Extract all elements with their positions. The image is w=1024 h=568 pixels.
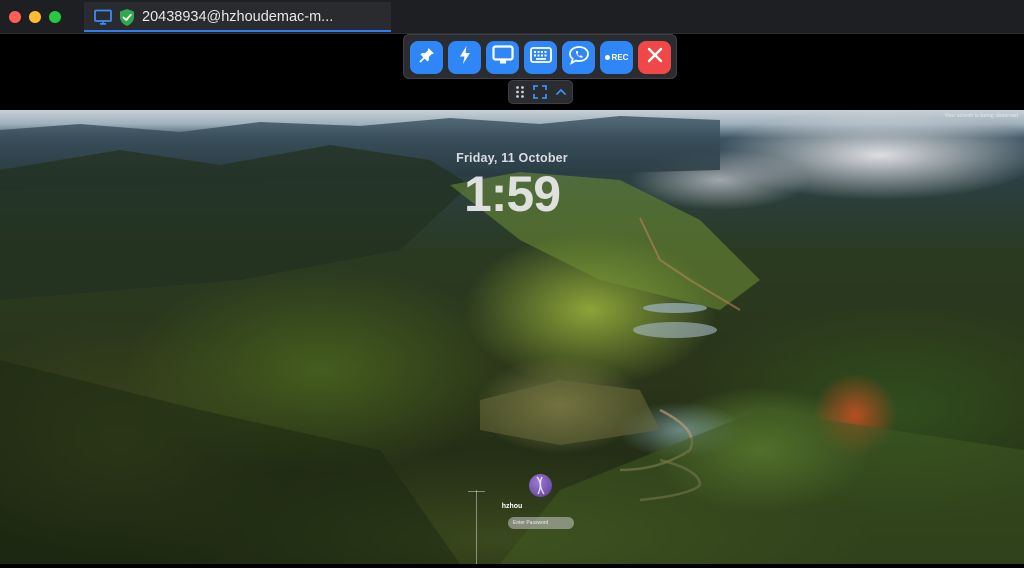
password-field[interactable] [508,517,574,529]
monitor-icon [491,45,514,70]
keyboard-icon [529,47,552,68]
fullscreen-icon[interactable] [533,85,547,104]
drag-grid-icon[interactable] [515,85,525,104]
shield-check-icon [119,8,135,32]
record-button[interactable]: REC [600,41,633,74]
window-zoom-button[interactable] [49,11,61,23]
session-title: 20438934@hzhoudemac-m... [142,9,334,25]
remote-toolbar: REC [403,34,677,79]
user-name: hzhou [501,503,523,510]
chat-button[interactable] [562,41,595,74]
toolbar-minibar [508,80,573,104]
lightning-icon [458,45,472,70]
remote-screen[interactable]: Your screen is being observed Friday, 11… [0,110,1024,564]
lightning-button[interactable] [448,41,481,74]
record-label: REC [611,53,629,62]
window-titlebar: 20438934@hzhoudemac-m... [0,0,1024,34]
chevron-up-icon[interactable] [555,85,567,104]
pin-icon [418,46,436,69]
session-tab[interactable]: 20438934@hzhoudemac-m... [84,2,391,32]
chat-phone-icon [568,45,590,70]
monitor-icon [94,9,112,31]
lock-time: 1:59 [463,166,561,222]
pin-button[interactable] [410,41,443,74]
power-pole [476,490,477,564]
observation-notice: Your screen is being observed [944,113,1018,119]
user-avatar[interactable] [529,474,552,497]
power-pole-crossbar [468,491,485,492]
lock-date: Friday, 11 October [456,151,568,165]
close-icon [646,46,664,69]
window-close-button[interactable] [9,11,21,23]
record-icon: REC [604,53,629,62]
keyboard-button[interactable] [524,41,557,74]
close-session-button[interactable] [638,41,671,74]
window-minimize-button[interactable] [29,11,41,23]
viewer-bottom-edge [0,564,1024,568]
display-button[interactable] [486,41,519,74]
